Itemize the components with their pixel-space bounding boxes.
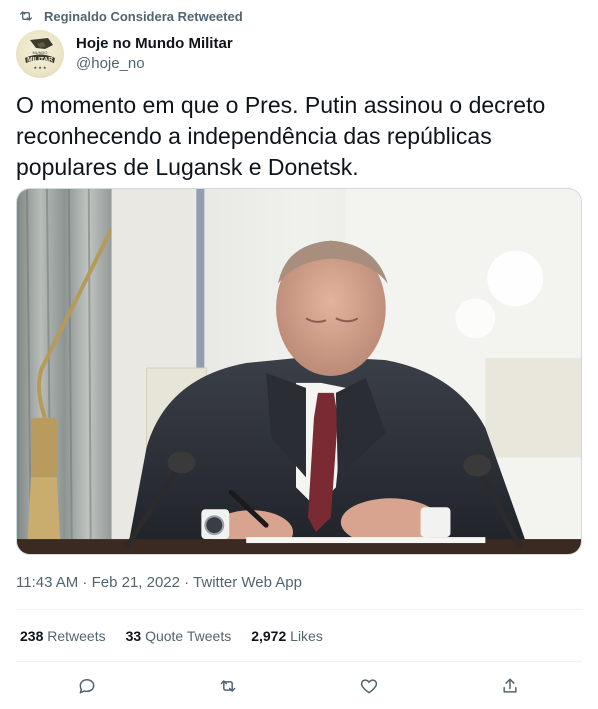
like-button[interactable] xyxy=(353,670,385,702)
author-display-name[interactable]: Hoje no Mundo Militar xyxy=(76,34,233,54)
tweet-text: O momento em que o Pres. Putin assinou o… xyxy=(16,92,546,180)
divider xyxy=(16,609,582,610)
tweet-author[interactable]: MILITAR MUNDO ★ ★ ★ Hoje no Mundo Milita… xyxy=(16,30,233,78)
reply-icon xyxy=(79,679,95,694)
retweet-icon xyxy=(20,11,32,21)
share-icon xyxy=(503,678,517,693)
retweet-label: Reginaldo Considera Retweeted xyxy=(44,8,243,24)
avatar[interactable]: MILITAR MUNDO ★ ★ ★ xyxy=(16,30,64,78)
share-button[interactable] xyxy=(494,670,526,702)
tweet-actions xyxy=(0,670,598,702)
retweets-count: 238 xyxy=(20,628,44,644)
retweets-label: Retweets xyxy=(47,628,106,644)
likes-count: 2,972 xyxy=(251,628,287,644)
tweet-stats: 238 Retweets 33 Quote Tweets 2,972 Likes xyxy=(20,628,323,644)
tweet-media-photo[interactable] xyxy=(16,188,582,555)
retweets-stat[interactable]: 238 Retweets xyxy=(20,628,106,644)
quote-tweets-label: Quote Tweets xyxy=(145,628,232,644)
quote-tweets-count: 33 xyxy=(125,628,142,644)
tweet-timestamp[interactable]: 11:43 AM · Feb 21, 2022 · Twitter Web Ap… xyxy=(16,574,302,591)
author-handle[interactable]: @hoje_no xyxy=(76,54,233,74)
retweet-context[interactable]: Reginaldo Considera Retweeted xyxy=(18,8,243,24)
divider xyxy=(16,661,582,662)
svg-text:MUNDO: MUNDO xyxy=(32,50,47,55)
likes-stat[interactable]: 2,972 Likes xyxy=(251,628,323,644)
putin-signing-photo xyxy=(17,189,581,554)
mundo-militar-logo: MILITAR MUNDO ★ ★ ★ xyxy=(25,38,55,70)
heart-icon xyxy=(360,679,378,694)
retweet-button[interactable] xyxy=(212,670,244,702)
svg-text:MILITAR: MILITAR xyxy=(27,57,53,64)
svg-text:★ ★ ★: ★ ★ ★ xyxy=(34,65,47,70)
likes-label: Likes xyxy=(290,628,323,644)
reply-button[interactable] xyxy=(71,670,103,702)
quote-tweets-stat[interactable]: 33 Quote Tweets xyxy=(126,628,232,644)
retweet-icon xyxy=(220,680,236,692)
